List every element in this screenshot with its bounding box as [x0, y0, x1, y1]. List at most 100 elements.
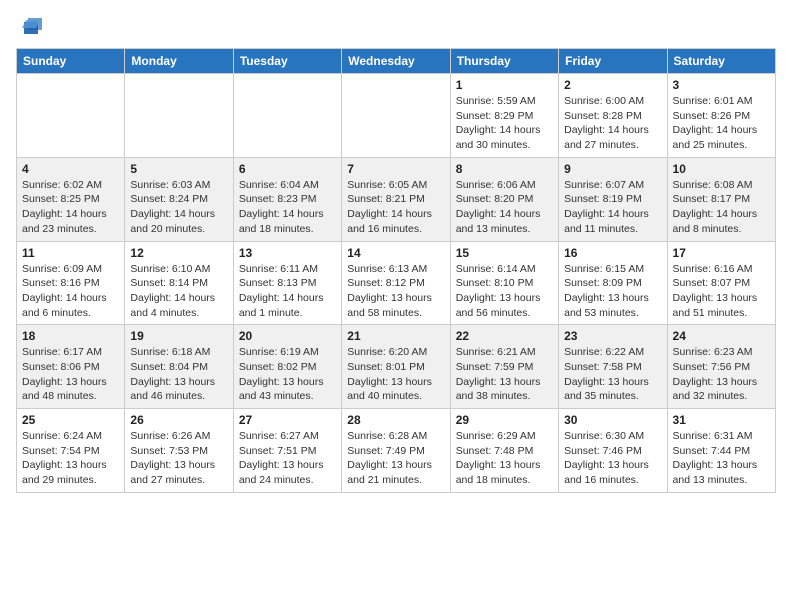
day-info: Sunrise: 6:22 AMSunset: 7:58 PMDaylight:…: [564, 345, 661, 404]
day-info: Sunrise: 6:20 AMSunset: 8:01 PMDaylight:…: [347, 345, 444, 404]
day-number: 3: [673, 78, 770, 92]
day-info: Sunrise: 6:03 AMSunset: 8:24 PMDaylight:…: [130, 178, 227, 237]
calendar-day-cell: [233, 74, 341, 158]
day-number: 23: [564, 329, 661, 343]
calendar-day-cell: 16Sunrise: 6:15 AMSunset: 8:09 PMDayligh…: [559, 241, 667, 325]
calendar-day-cell: 24 Sunrise: 6:23 AMSunset: 7:56 PMDayligh…: [667, 325, 775, 409]
day-number: 27: [239, 413, 336, 427]
calendar-day-cell: 9 Sunrise: 6:07 AMSunset: 8:19 PMDaylight…: [559, 157, 667, 241]
day-number: 19: [130, 329, 227, 343]
calendar-day-cell: 19 Sunrise: 6:18 AMSunset: 8:04 PMDayligh…: [125, 325, 233, 409]
day-number: 15: [456, 246, 553, 260]
calendar-day-cell: 17 Sunrise: 6:16 AMSunset: 8:07 PMDayligh…: [667, 241, 775, 325]
calendar-day-cell: 2 Sunrise: 6:00 AMSunset: 8:28 PMDaylight…: [559, 74, 667, 158]
day-number: 24: [673, 329, 770, 343]
day-info: Sunrise: 6:19 AMSunset: 8:02 PMDaylight:…: [239, 345, 336, 404]
day-info: Sunrise: 6:24 AMSunset: 7:54 PMDaylight:…: [22, 429, 119, 488]
calendar-day-cell: 13 Sunrise: 6:11 AMSunset: 8:13 PMDayligh…: [233, 241, 341, 325]
day-info: Sunrise: 6:16 AMSunset: 8:07 PMDaylight:…: [673, 262, 770, 321]
day-info: Sunrise: 6:18 AMSunset: 8:04 PMDaylight:…: [130, 345, 227, 404]
day-number: 17: [673, 246, 770, 260]
day-number: 21: [347, 329, 444, 343]
day-info: Sunrise: 6:09 AMSunset: 8:16 PMDaylight:…: [22, 262, 119, 321]
calendar-day-cell: 4 Sunrise: 6:02 AMSunset: 8:25 PMDaylight…: [17, 157, 125, 241]
weekday-header-thursday: Thursday: [450, 49, 558, 74]
calendar-header-row: SundayMondayTuesdayWednesdayThursdayFrid…: [17, 49, 776, 74]
calendar-day-cell: 10 Sunrise: 6:08 AMSunset: 8:17 PMDayligh…: [667, 157, 775, 241]
day-number: 22: [456, 329, 553, 343]
calendar-day-cell: 20 Sunrise: 6:19 AMSunset: 8:02 PMDayligh…: [233, 325, 341, 409]
calendar-day-cell: 18Sunrise: 6:17 AMSunset: 8:06 PMDayligh…: [17, 325, 125, 409]
calendar-day-cell: 5Sunrise: 6:03 AMSunset: 8:24 PMDaylight…: [125, 157, 233, 241]
day-number: 12: [130, 246, 227, 260]
day-number: 2: [564, 78, 661, 92]
weekday-header-friday: Friday: [559, 49, 667, 74]
weekday-header-sunday: Sunday: [17, 49, 125, 74]
day-info: Sunrise: 6:21 AMSunset: 7:59 PMDaylight:…: [456, 345, 553, 404]
day-number: 30: [564, 413, 661, 427]
day-info: Sunrise: 6:23 AMSunset: 7:56 PMDaylight:…: [673, 345, 770, 404]
day-info: Sunrise: 6:04 AMSunset: 8:23 PMDaylight:…: [239, 178, 336, 237]
day-info: Sunrise: 6:29 AMSunset: 7:48 PMDaylight:…: [456, 429, 553, 488]
day-number: 29: [456, 413, 553, 427]
calendar-day-cell: 3 Sunrise: 6:01 AMSunset: 8:26 PMDaylight…: [667, 74, 775, 158]
day-info: Sunrise: 6:00 AMSunset: 8:28 PMDaylight:…: [564, 94, 661, 153]
day-number: 25: [22, 413, 119, 427]
day-number: 4: [22, 162, 119, 176]
day-number: 20: [239, 329, 336, 343]
calendar-week-4: 18Sunrise: 6:17 AMSunset: 8:06 PMDayligh…: [17, 325, 776, 409]
calendar-day-cell: 1 Sunrise: 5:59 AMSunset: 8:29 PMDaylight…: [450, 74, 558, 158]
day-info: Sunrise: 6:06 AMSunset: 8:20 PMDaylight:…: [456, 178, 553, 237]
calendar-week-3: 11Sunrise: 6:09 AMSunset: 8:16 PMDayligh…: [17, 241, 776, 325]
page-header: [16, 16, 776, 36]
day-info: Sunrise: 6:01 AMSunset: 8:26 PMDaylight:…: [673, 94, 770, 153]
day-number: 26: [130, 413, 227, 427]
day-info: Sunrise: 6:11 AMSunset: 8:13 PMDaylight:…: [239, 262, 336, 321]
weekday-header-saturday: Saturday: [667, 49, 775, 74]
day-info: Sunrise: 5:59 AMSunset: 8:29 PMDaylight:…: [456, 94, 553, 153]
day-info: Sunrise: 6:10 AMSunset: 8:14 PMDaylight:…: [130, 262, 227, 321]
day-number: 16: [564, 246, 661, 260]
calendar-day-cell: [342, 74, 450, 158]
calendar-week-2: 4 Sunrise: 6:02 AMSunset: 8:25 PMDaylight…: [17, 157, 776, 241]
day-number: 13: [239, 246, 336, 260]
calendar-day-cell: 11Sunrise: 6:09 AMSunset: 8:16 PMDayligh…: [17, 241, 125, 325]
day-info: Sunrise: 6:08 AMSunset: 8:17 PMDaylight:…: [673, 178, 770, 237]
calendar-week-1: 1 Sunrise: 5:59 AMSunset: 8:29 PMDaylight…: [17, 74, 776, 158]
day-info: Sunrise: 6:05 AMSunset: 8:21 PMDaylight:…: [347, 178, 444, 237]
day-number: 7: [347, 162, 444, 176]
calendar-day-cell: 14Sunrise: 6:13 AMSunset: 8:12 PMDayligh…: [342, 241, 450, 325]
day-number: 6: [239, 162, 336, 176]
calendar-day-cell: [17, 74, 125, 158]
weekday-header-tuesday: Tuesday: [233, 49, 341, 74]
day-info: Sunrise: 6:26 AMSunset: 7:53 PMDaylight:…: [130, 429, 227, 488]
calendar-day-cell: 30Sunrise: 6:30 AMSunset: 7:46 PMDayligh…: [559, 409, 667, 493]
day-info: Sunrise: 6:02 AMSunset: 8:25 PMDaylight:…: [22, 178, 119, 237]
calendar-day-cell: 12 Sunrise: 6:10 AMSunset: 8:14 PMDayligh…: [125, 241, 233, 325]
day-info: Sunrise: 6:28 AMSunset: 7:49 PMDaylight:…: [347, 429, 444, 488]
day-number: 14: [347, 246, 444, 260]
calendar-day-cell: 28 Sunrise: 6:28 AMSunset: 7:49 PMDayligh…: [342, 409, 450, 493]
calendar-day-cell: 29 Sunrise: 6:29 AMSunset: 7:48 PMDayligh…: [450, 409, 558, 493]
weekday-header-monday: Monday: [125, 49, 233, 74]
day-number: 28: [347, 413, 444, 427]
day-info: Sunrise: 6:07 AMSunset: 8:19 PMDaylight:…: [564, 178, 661, 237]
day-info: Sunrise: 6:17 AMSunset: 8:06 PMDaylight:…: [22, 345, 119, 404]
day-number: 9: [564, 162, 661, 176]
day-info: Sunrise: 6:27 AMSunset: 7:51 PMDaylight:…: [239, 429, 336, 488]
calendar-day-cell: 8 Sunrise: 6:06 AMSunset: 8:20 PMDaylight…: [450, 157, 558, 241]
day-number: 10: [673, 162, 770, 176]
logo-icon: [20, 16, 44, 36]
weekday-header-wednesday: Wednesday: [342, 49, 450, 74]
calendar-day-cell: 26 Sunrise: 6:26 AMSunset: 7:53 PMDayligh…: [125, 409, 233, 493]
calendar-day-cell: 6 Sunrise: 6:04 AMSunset: 8:23 PMDaylight…: [233, 157, 341, 241]
logo: [16, 16, 44, 36]
calendar-day-cell: 15Sunrise: 6:14 AMSunset: 8:10 PMDayligh…: [450, 241, 558, 325]
calendar-day-cell: 23 Sunrise: 6:22 AMSunset: 7:58 PMDayligh…: [559, 325, 667, 409]
calendar-day-cell: 7 Sunrise: 6:05 AMSunset: 8:21 PMDaylight…: [342, 157, 450, 241]
day-number: 1: [456, 78, 553, 92]
calendar-week-5: 25 Sunrise: 6:24 AMSunset: 7:54 PMDayligh…: [17, 409, 776, 493]
day-info: Sunrise: 6:31 AMSunset: 7:44 PMDaylight:…: [673, 429, 770, 488]
calendar-day-cell: 22 Sunrise: 6:21 AMSunset: 7:59 PMDayligh…: [450, 325, 558, 409]
day-number: 8: [456, 162, 553, 176]
